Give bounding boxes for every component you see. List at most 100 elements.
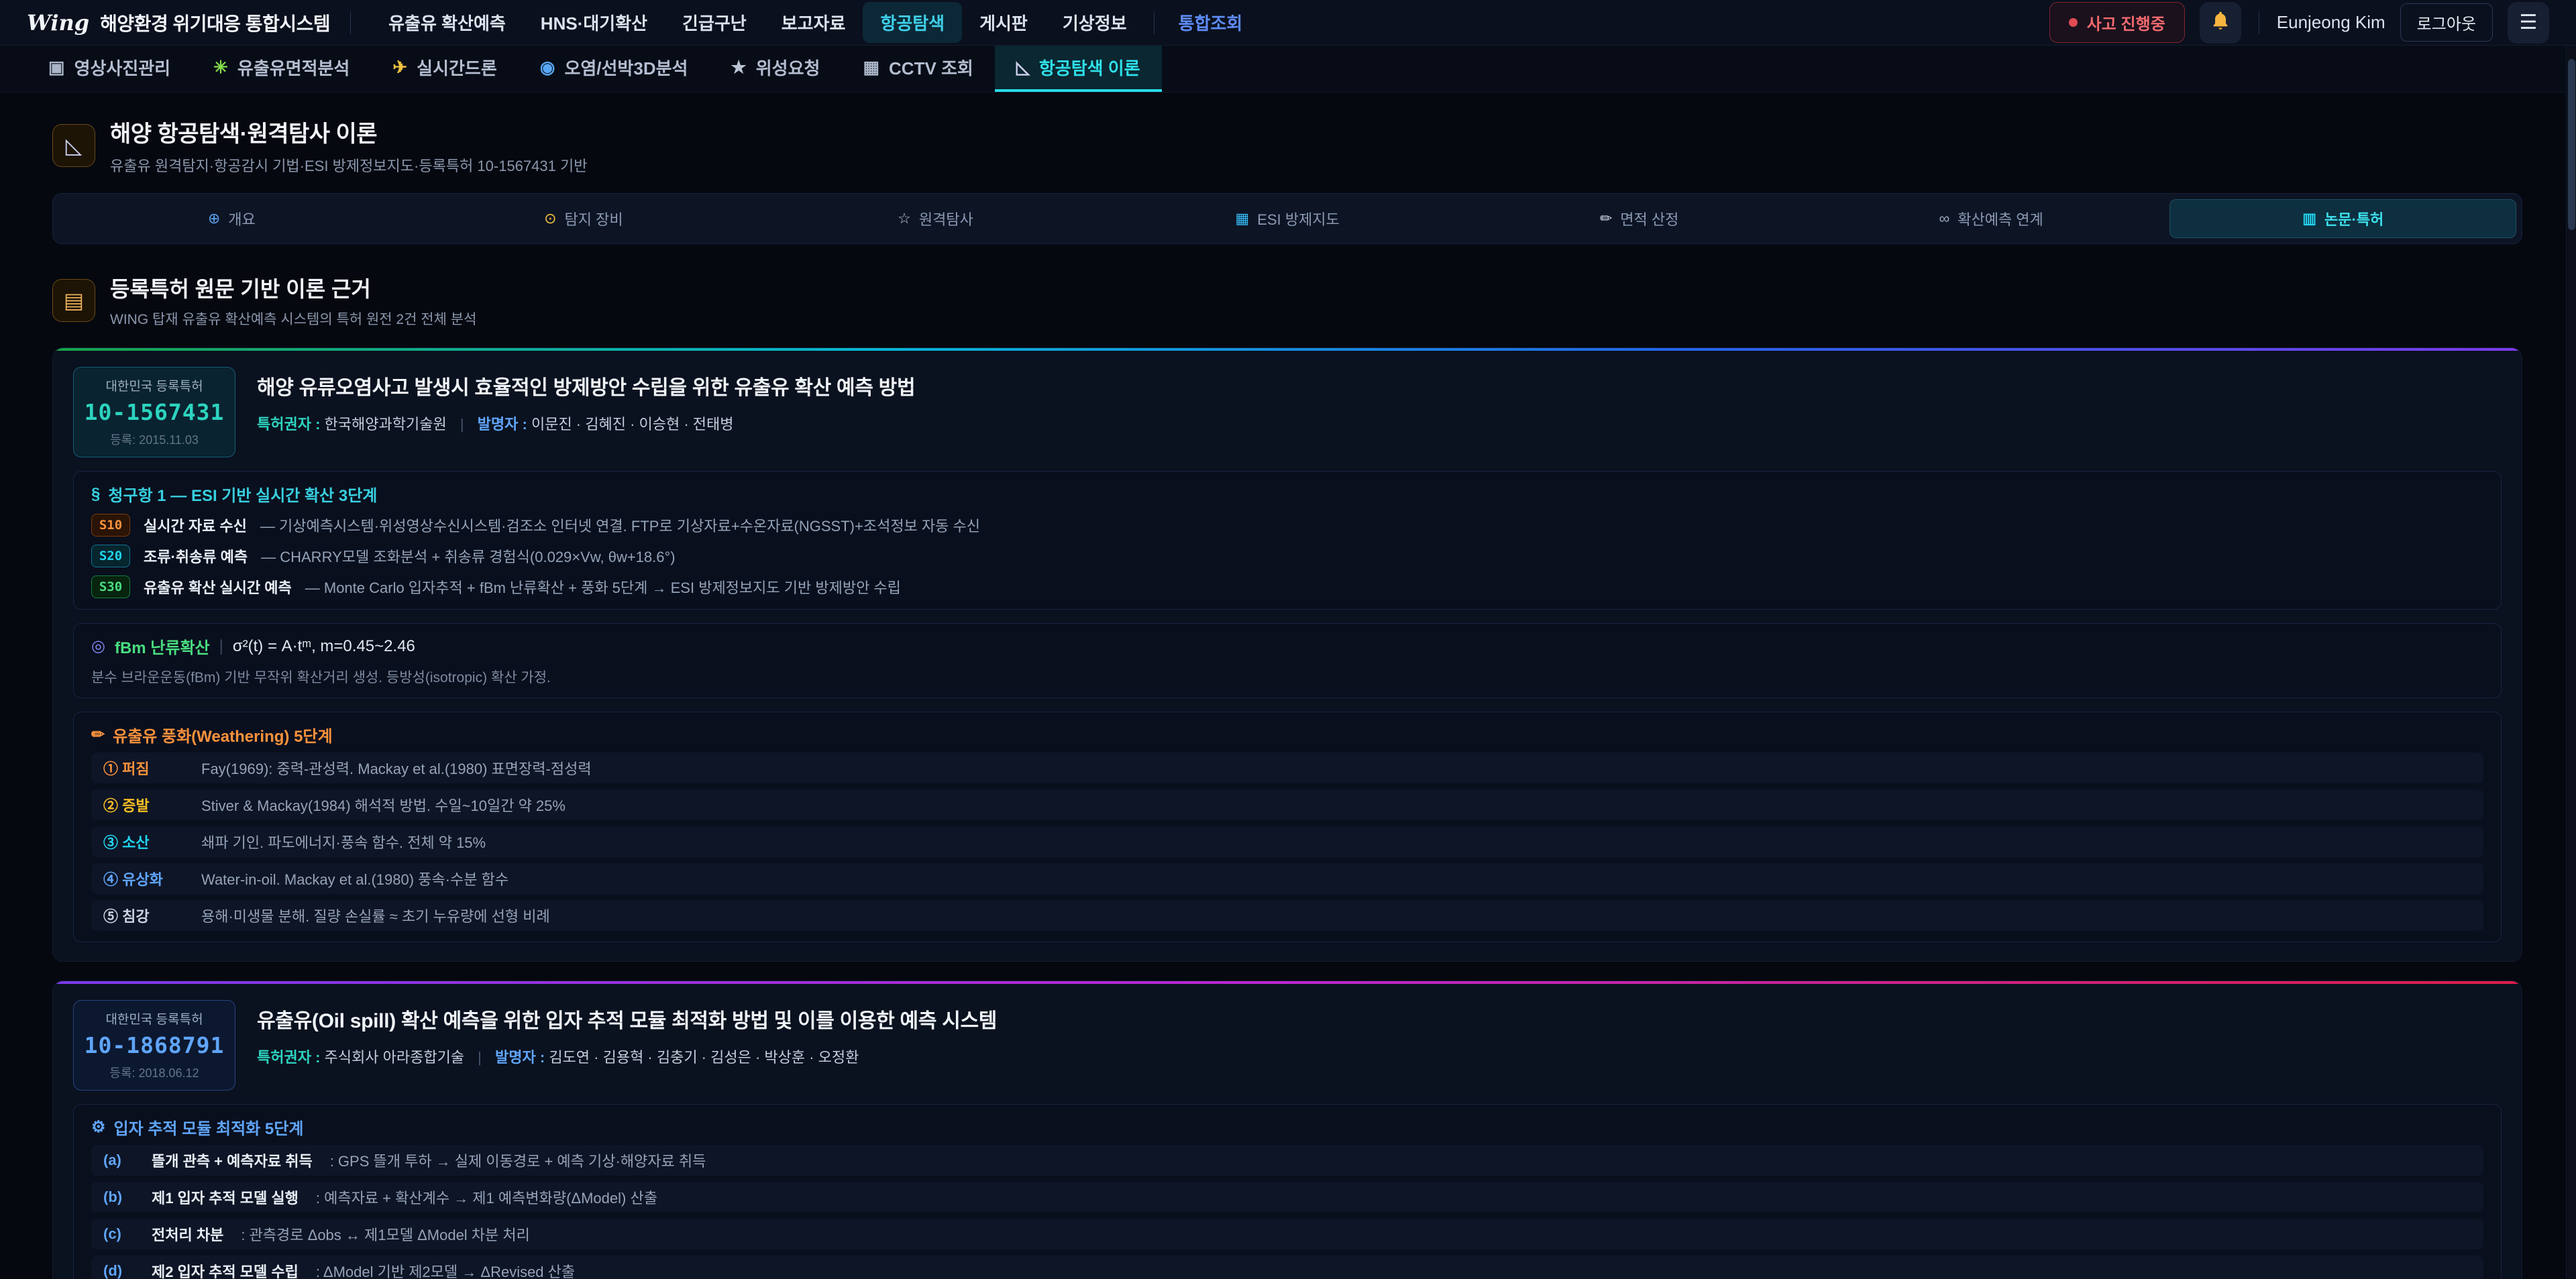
- row-desc: Stiver & Mackay(1984) 해석적 방법. 수일~10일간 약 …: [201, 794, 566, 816]
- owner-value: 주식회사 아라종합기술: [325, 1049, 465, 1066]
- tab-cctv[interactable]: ▦ CCTV 조회: [841, 46, 994, 92]
- step-badge: S20: [91, 545, 130, 567]
- cctv-icon: ▦: [863, 57, 879, 78]
- vertical-scrollbar[interactable]: [2566, 0, 2576, 1279]
- tab-label: 실시간드론: [417, 55, 497, 80]
- tab-realtime-drone[interactable]: ✈ 실시간드론: [371, 46, 518, 92]
- step-name: 뜰개 관측 + 예측자료 취득: [152, 1150, 313, 1171]
- nav-item-aerial-search[interactable]: 항공탐색: [863, 2, 962, 43]
- pill-tab-detection-equipment[interactable]: ⊙ 탐지 장비: [411, 199, 757, 238]
- nav-item-rescue[interactable]: 긴급구난: [665, 2, 764, 43]
- patent-number: 10-1567431: [80, 399, 228, 425]
- scrollbar-thumb[interactable]: [2568, 59, 2575, 230]
- incident-status-badge[interactable]: 사고 진행중: [2049, 2, 2185, 43]
- nav-item-hns[interactable]: HNS·대기확산: [523, 2, 665, 43]
- patent1-meta: 특허권자 : 한국해양과학기술원 | 발명자 : 이문진 · 김혜진 · 이승현…: [257, 412, 915, 434]
- step-desc: : ΔModel 기반 제2모델 → ΔRevised 산출: [316, 1260, 575, 1279]
- logout-button[interactable]: 로그아웃: [2400, 3, 2493, 42]
- pill-tab-esi-map[interactable]: ▦ ESI 방제지도: [1114, 199, 1461, 238]
- tab-pollution-ship-3d[interactable]: ◉ 오염/선박3D분석: [519, 46, 710, 92]
- fbm-description: 분수 브라운운동(fBm) 기반 무작위 확산거리 생성. 등방성(isotro…: [91, 667, 2483, 687]
- tab-aerial-search-theory[interactable]: ◺ 항공탐색 이론: [995, 46, 1162, 92]
- patent1-header: 대한민국 등록특허 10-1567431 등록: 2015.11.03 해양 유…: [73, 367, 2502, 457]
- section-icon-box: ▤: [52, 279, 95, 322]
- tab-satellite-request[interactable]: ★ 위성요청: [709, 46, 841, 92]
- step-name: 유출유 확산 실시간 예측: [144, 576, 292, 598]
- tab-photo-management[interactable]: ▣ 영상사진관리: [27, 46, 192, 92]
- opt-step-d: (d) 제2 입자 추적 모델 수립 : ΔModel 기반 제2모델 → ΔR…: [91, 1256, 2483, 1279]
- topbar-right: 사고 진행중 Eunjeong Kim 로그아웃 ☰: [2049, 2, 2549, 44]
- step-name: 제2 입자 추적 모델 수립: [152, 1260, 299, 1279]
- pill-label: 개요: [228, 208, 255, 229]
- opt-step-c: (c) 전처리 차분 : 관측경로 Δobs ↔ 제1모델 ΔModel 차분 …: [91, 1219, 2483, 1249]
- claim-step-s10: S10 실시간 자료 수신 — 기상예측시스템·위성영상수신시스템·검조소 인터…: [91, 514, 2483, 537]
- page-header: ◺ 해양 항공탐색·원격탐사 이론 유출유 원격탐지·항공감시 기법·ESI 방…: [52, 115, 2522, 176]
- row-number: ①: [103, 761, 118, 777]
- opt-step-a: (a) 뜰개 관측 + 예측자료 취득 : GPS 뜰개 투하 → 실제 이동경…: [91, 1145, 2483, 1176]
- map-icon: ▦: [1235, 210, 1249, 227]
- claim-step-s20: S20 조류·취송류 예측 — CHARRY모델 조화분석 + 취송류 경험식(…: [91, 545, 2483, 567]
- pill-label: 확산예측 연계: [1957, 208, 2043, 229]
- owner-label: 특허권자 :: [257, 416, 320, 433]
- fbm-formula: σ²(t) = A·tᵐ, m=0.45~2.46: [233, 637, 415, 656]
- nav-item-spill-prediction[interactable]: 유출유 확산예측: [371, 2, 523, 43]
- spiral-icon: ◎: [91, 636, 105, 656]
- pill-tab-papers-patents[interactable]: ▥ 논문·특허: [2169, 199, 2516, 238]
- row-number: ③: [103, 834, 118, 851]
- row-desc: Water-in-oil. Mackay et al.(1980) 풍속·수분 …: [201, 868, 508, 889]
- pill-tab-area-calculation[interactable]: ✏ 면적 산정: [1466, 199, 1813, 238]
- step-key: (a): [103, 1152, 134, 1169]
- section-header: ▤ 등록특허 원문 기반 이론 근거 WING 탑재 유출유 확산예측 시스템의…: [52, 272, 2522, 329]
- pill-tab-overview[interactable]: ⊕ 개요: [58, 199, 405, 238]
- tab-spill-area-analysis[interactable]: ✳ 유출유면적분석: [192, 46, 371, 92]
- brand: Wing 해양환경 위기대응 통합시스템: [27, 9, 330, 36]
- triangle-ruler-icon: ◺: [1016, 57, 1030, 78]
- globe-icon: ⊕: [208, 210, 220, 227]
- pill-label: 탐지 장비: [565, 208, 623, 229]
- theory-section-tabs: ⊕ 개요 ⊙ 탐지 장비 ☆ 원격탐사 ▦ ESI 방제지도 ✏ 면적 산정 ∞…: [52, 193, 2522, 244]
- area-analysis-icon: ✳: [213, 57, 228, 78]
- nav-item-weather[interactable]: 기상정보: [1045, 2, 1144, 43]
- optimization-title: 입자 추적 모듈 최적화 5단계: [114, 1115, 304, 1139]
- step-name: 제1 입자 추적 모델 실행: [152, 1186, 299, 1208]
- weathering-header: ✏ 유출유 풍화(Weathering) 5단계: [91, 723, 2483, 746]
- separator: |: [460, 416, 464, 433]
- top-navigation-bar: Wing 해양환경 위기대응 통합시스템 유출유 확산예측 HNS·대기확산 긴…: [0, 0, 2576, 46]
- step-desc: — Monte Carlo 입자추적 + fBm 난류확산 + 풍화 5단계 →…: [305, 576, 901, 598]
- page-subtitle: 유출유 원격탐지·항공감시 기법·ESI 방제정보지도·등록특허 10-1567…: [110, 154, 587, 176]
- claim-book-icon: §: [91, 485, 100, 504]
- optimization-header: ⚙ 입자 추적 모듈 최적화 5단계: [91, 1115, 2483, 1139]
- nav-item-reports[interactable]: 보고자료: [764, 2, 863, 43]
- tab-label: 유출유면적분석: [237, 55, 350, 80]
- claims-title: 청구항 1 — ESI 기반 실시간 확산 3단계: [108, 482, 377, 506]
- main-content: ◺ 해양 항공탐색·원격탐사 이론 유출유 원격탐지·항공감시 기법·ESI 방…: [0, 93, 2576, 1279]
- patent1-number-badge: 대한민국 등록특허 10-1567431 등록: 2015.11.03: [73, 367, 235, 457]
- patent1-title: 해양 유류오염사고 발생시 효율적인 방제방안 수립을 위한 유출유 확산 예측…: [257, 371, 915, 400]
- step-key: (d): [103, 1262, 134, 1279]
- books-icon: ▥: [2302, 210, 2316, 227]
- separator: |: [478, 1049, 482, 1066]
- pill-label: ESI 방제지도: [1257, 208, 1340, 229]
- tab-label: 오염/선박3D분석: [564, 55, 688, 80]
- opt-step-b: (b) 제1 입자 추적 모델 실행 : 예측자료 + 확산계수 → 제1 예측…: [91, 1182, 2483, 1213]
- menu-button[interactable]: ☰: [2508, 2, 2549, 44]
- patent2-number-badge: 대한민국 등록특허 10-1868791 등록: 2018.06.12: [73, 1000, 235, 1091]
- notification-bell-button[interactable]: [2200, 2, 2241, 44]
- row-desc: Fay(1969): 중력-관성력. Mackay et al.(1980) 표…: [201, 757, 592, 779]
- tab-label: 위성요청: [756, 55, 820, 80]
- row-name: 소산: [122, 834, 149, 851]
- row-name: 침강: [122, 908, 149, 925]
- nav-item-board[interactable]: 게시판: [962, 2, 1045, 43]
- section-subtitle: WING 탑재 유출유 확산예측 시스템의 특허 원전 2건 전체 분석: [110, 309, 476, 329]
- step-desc: — CHARRY모델 조화분석 + 취송류 경험식(0.029×Vw, θw+1…: [261, 545, 676, 567]
- claims-box: § 청구항 1 — ESI 기반 실시간 확산 3단계 S10 실시간 자료 수…: [73, 471, 2502, 610]
- pill-tab-prediction-link[interactable]: ∞ 확산예측 연계: [1818, 199, 2165, 238]
- drone-icon: ✈: [392, 57, 407, 78]
- step-desc: — 기상예측시스템·위성영상수신시스템·검조소 인터넷 연결. FTP로 기상자…: [260, 514, 980, 536]
- pill-tab-remote-sensing[interactable]: ☆ 원격탐사: [762, 199, 1109, 238]
- nav-item-integrated-search[interactable]: 통합조회: [1164, 2, 1258, 43]
- row-number: ⑤: [103, 908, 118, 925]
- fbm-name: fBm 난류확산: [115, 634, 210, 658]
- patent-reg-date: 등록: 2015.11.03: [80, 431, 228, 448]
- row-number: ④: [103, 871, 118, 888]
